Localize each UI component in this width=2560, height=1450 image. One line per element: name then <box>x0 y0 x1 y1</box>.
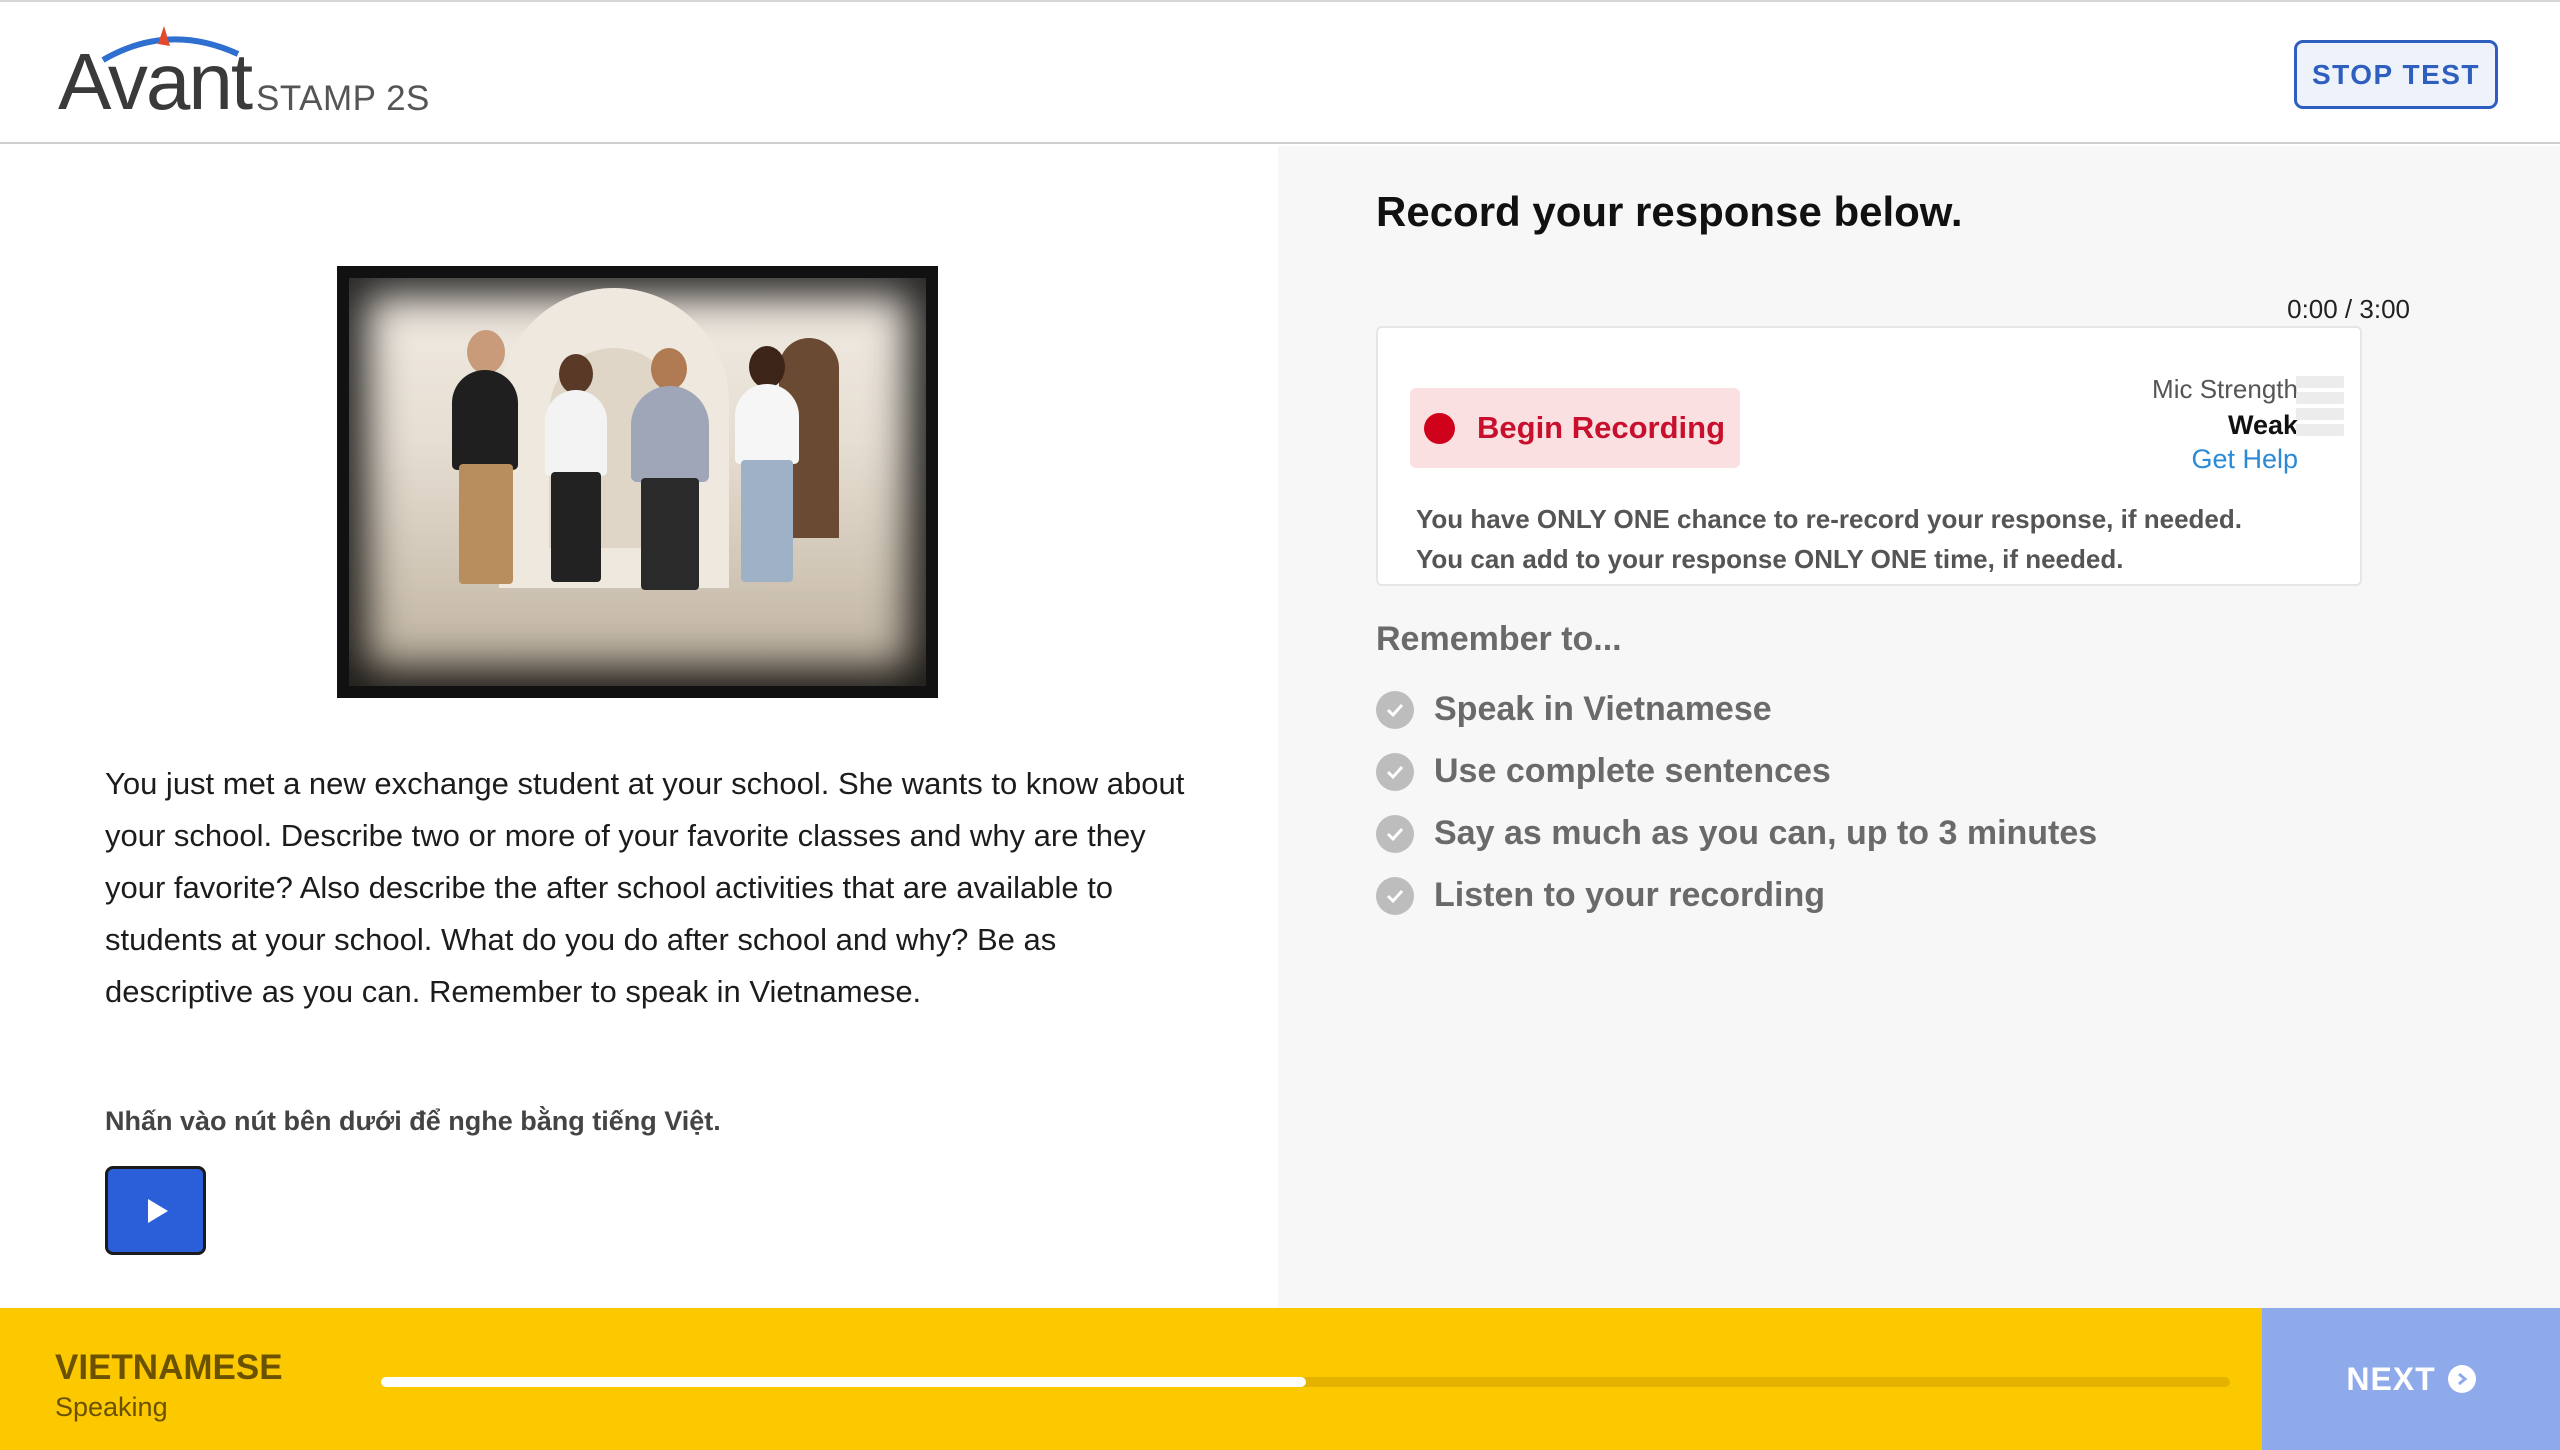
test-section: Speaking <box>55 1392 168 1422</box>
check-icon <box>1376 752 1414 791</box>
reminder-text: Say as much as you can, up to 3 minutes <box>1434 814 2098 852</box>
prompt-text: You just met a new exchange student at y… <box>105 766 1185 1009</box>
record-title: Record your response below. <box>1376 188 1963 235</box>
progress-fill <box>381 1377 1306 1387</box>
next-label: NEXT <box>2346 1360 2436 1397</box>
begin-recording-label: Begin Recording <box>1477 410 1726 445</box>
reminder-text: Listen to your recording <box>1434 876 1826 914</box>
mic-strength-value: Weak <box>2227 410 2298 440</box>
chevron-right-icon <box>2447 1365 2476 1393</box>
listen-instruction: Nhấn vào nút bên dưới để nghe bằng tiếng… <box>105 1106 721 1136</box>
progress-footer: VIETNAMESE Speaking <box>0 1308 2262 1450</box>
record-dot-icon <box>1424 412 1455 444</box>
top-header: Avant STAMP 2S STOP TEST <box>0 0 2560 144</box>
reminder-item: Say as much as you can, up to 3 minutes <box>1376 814 2097 853</box>
mic-meter-bar <box>2296 376 2344 388</box>
mic-strength-meter <box>2296 376 2344 440</box>
check-icon <box>1376 690 1414 729</box>
get-help-link[interactable]: Get Help <box>2078 444 2298 475</box>
recorder-card: Begin Recording Mic Strength Weak Get He… <box>1376 326 2362 586</box>
check-icon <box>1376 814 1414 853</box>
reminder-item: Speak in Vietnamese <box>1376 690 1772 729</box>
logo-wordmark: Avant <box>58 37 253 126</box>
progress-bar <box>381 1377 2230 1387</box>
test-language: VIETNAMESE <box>55 1348 283 1387</box>
reminder-text: Speak in Vietnamese <box>1434 690 1772 728</box>
mic-meter-bar <box>2296 408 2344 420</box>
hallway-students-image <box>349 278 926 686</box>
reminders-title: Remember to... <box>1376 620 1622 658</box>
recording-timer: 0:00 / 3:00 <box>2287 294 2410 324</box>
play-audio-button[interactable] <box>105 1166 206 1255</box>
mic-strength-label: Mic Strength <box>2152 374 2298 404</box>
reminder-text: Use complete sentences <box>1434 752 1831 790</box>
mic-meter-bar <box>2296 392 2344 404</box>
next-button[interactable]: NEXT <box>2262 1308 2560 1450</box>
add-response-note: You can add to your response ONLY ONE ti… <box>1416 544 2124 574</box>
prompt-photo <box>337 266 938 698</box>
stop-test-button[interactable]: STOP TEST <box>2294 40 2498 109</box>
begin-recording-button[interactable]: Begin Recording <box>1410 388 1740 468</box>
avant-logo: Avant STAMP 2S <box>58 24 458 124</box>
response-panel: Record your response below. 0:00 / 3:00 … <box>1278 146 2560 1308</box>
reminder-item: Use complete sentences <box>1376 752 1831 791</box>
product-name: STAMP 2S <box>256 79 430 118</box>
check-icon <box>1376 876 1414 915</box>
re-record-note: You have ONLY ONE chance to re-record yo… <box>1416 504 2242 534</box>
prompt-panel: You just met a new exchange student at y… <box>0 146 1278 1308</box>
play-icon <box>147 1198 168 1223</box>
reminder-item: Listen to your recording <box>1376 876 1825 915</box>
mic-meter-bar <box>2296 424 2344 436</box>
